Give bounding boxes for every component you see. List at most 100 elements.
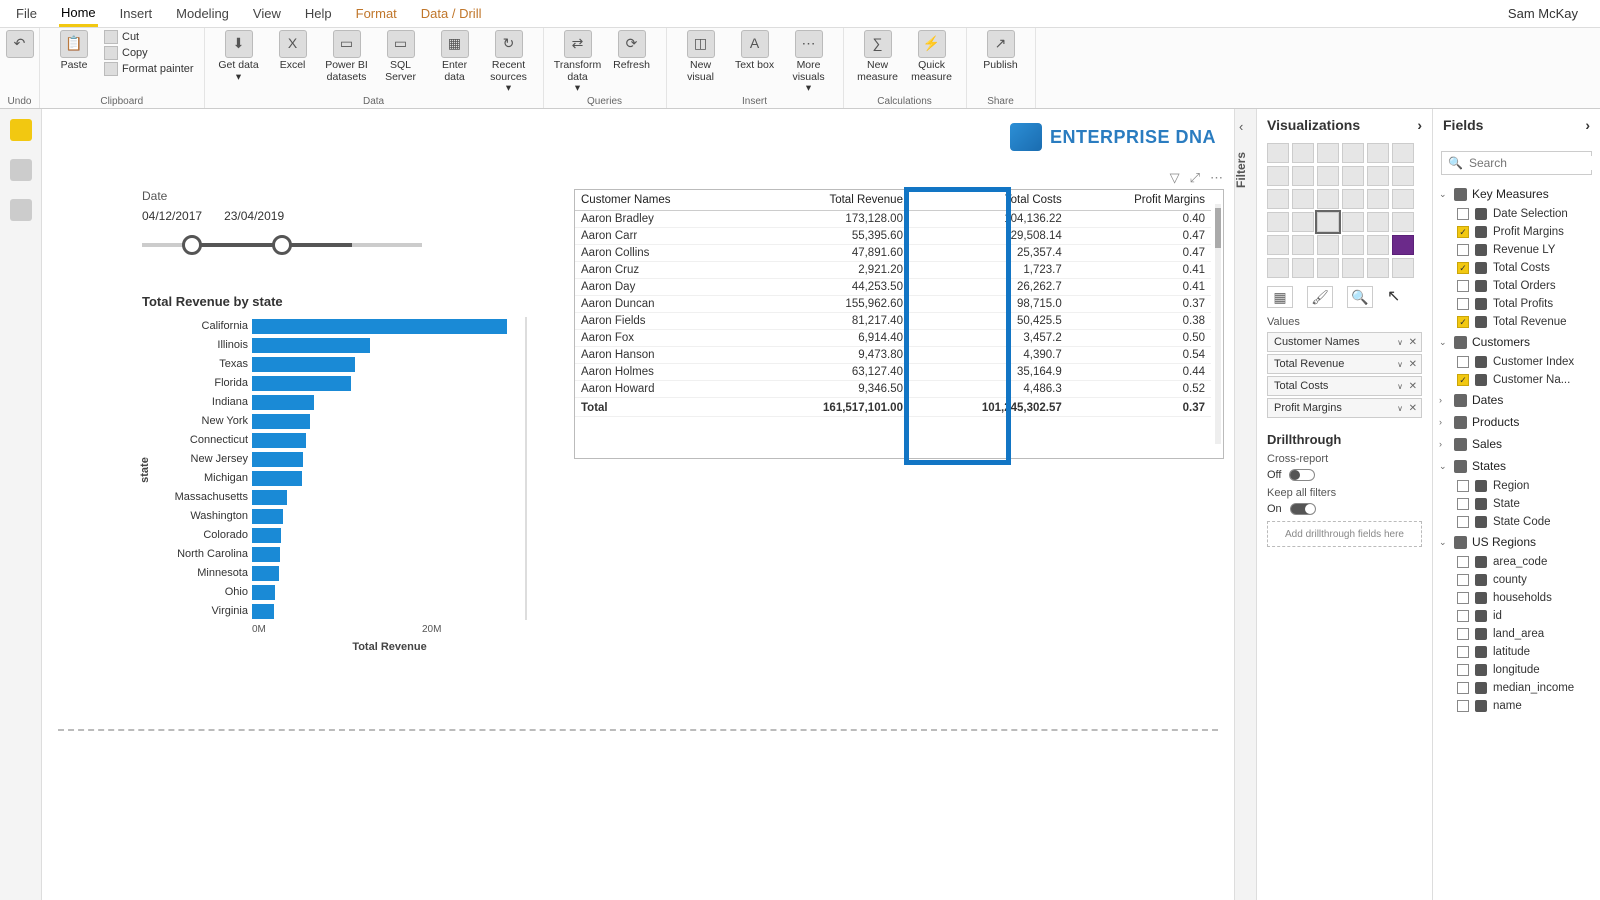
bar[interactable] — [252, 414, 310, 429]
drillthrough-dropzone[interactable]: Add drillthrough fields here — [1267, 521, 1422, 547]
format-tab[interactable]: 🖌 — [1307, 286, 1333, 308]
bar[interactable] — [252, 319, 507, 334]
col-profit-margins[interactable]: Profit Margins — [1068, 190, 1211, 211]
slicer-from-date[interactable]: 04/12/2017 — [142, 209, 202, 223]
fields-field[interactable]: ✓Total Revenue — [1439, 313, 1594, 331]
table-scrollbar[interactable] — [1215, 204, 1221, 444]
bar[interactable] — [252, 566, 279, 581]
fields-field[interactable]: Revenue LY — [1439, 241, 1594, 259]
value-well-item[interactable]: Customer Names∨✕ — [1267, 332, 1422, 352]
slider-handle-to[interactable] — [272, 235, 292, 255]
table-row[interactable]: Aaron Holmes63,127.4035,164.90.44 — [575, 364, 1211, 381]
field-checkbox[interactable] — [1457, 480, 1469, 492]
field-checkbox[interactable] — [1457, 498, 1469, 510]
bar[interactable] — [252, 433, 306, 448]
text-box-button[interactable]: AText box — [731, 30, 779, 72]
bar-row[interactable]: New Jersey — [142, 450, 517, 468]
slicer-slider[interactable] — [142, 233, 422, 257]
bar-row[interactable]: California — [142, 317, 517, 335]
bar[interactable] — [252, 452, 303, 467]
bar[interactable] — [252, 376, 351, 391]
tab-view[interactable]: View — [251, 2, 283, 25]
viz-type-icon[interactable] — [1317, 258, 1339, 278]
field-checkbox[interactable]: ✓ — [1457, 316, 1469, 328]
viz-type-icon[interactable] — [1317, 143, 1339, 163]
bar[interactable] — [252, 490, 287, 505]
field-checkbox[interactable] — [1457, 516, 1469, 528]
viz-collapse-icon[interactable]: › — [1417, 117, 1422, 133]
report-canvas[interactable]: ENTERPRISE DNA Date 04/12/2017 23/04/201… — [42, 109, 1234, 900]
enter-data-button[interactable]: ▦Enter data — [431, 30, 479, 83]
field-checkbox[interactable] — [1457, 280, 1469, 292]
viz-type-icon[interactable] — [1342, 258, 1364, 278]
report-view-button[interactable] — [10, 119, 32, 141]
viz-type-icon[interactable] — [1292, 166, 1314, 186]
bar[interactable] — [252, 509, 283, 524]
bar[interactable] — [252, 471, 302, 486]
bar[interactable] — [252, 547, 280, 562]
search-input[interactable] — [1469, 156, 1600, 170]
field-checkbox[interactable] — [1457, 298, 1469, 310]
transform-data-button[interactable]: ⇄Transform data▾ — [554, 30, 602, 95]
bar-row[interactable]: Massachusetts — [142, 488, 517, 506]
new-visual-button[interactable]: ◫New visual — [677, 30, 725, 83]
fields-field[interactable]: ✓Total Costs — [1439, 259, 1594, 277]
viz-type-icon[interactable] — [1342, 166, 1364, 186]
tab-file[interactable]: File — [14, 2, 39, 25]
bar[interactable] — [252, 395, 314, 410]
viz-type-icon[interactable] — [1367, 235, 1389, 255]
table-row[interactable]: Aaron Fields81,217.4050,425.50.38 — [575, 313, 1211, 330]
table-row[interactable]: Aaron Bradley173,128.00104,136.220.40 — [575, 211, 1211, 228]
field-checkbox[interactable] — [1457, 628, 1469, 640]
excel-button[interactable]: XExcel — [269, 30, 317, 72]
field-checkbox[interactable] — [1457, 356, 1469, 368]
slider-handle-from[interactable] — [182, 235, 202, 255]
refresh-button[interactable]: ⟳Refresh — [608, 30, 656, 72]
bar-row[interactable]: Virginia — [142, 602, 517, 620]
bar-row[interactable]: Colorado — [142, 526, 517, 544]
viz-type-icon[interactable] — [1317, 212, 1339, 232]
cut-button[interactable]: Cut — [104, 30, 194, 44]
value-well-item[interactable]: Total Revenue∨✕ — [1267, 354, 1422, 374]
bar[interactable] — [252, 528, 281, 543]
viz-type-icon[interactable] — [1392, 166, 1414, 186]
bar-row[interactable]: Washington — [142, 507, 517, 525]
date-slicer[interactable]: Date 04/12/2017 23/04/2019 — [142, 189, 422, 257]
pbi-datasets-button[interactable]: ▭Power BI datasets — [323, 30, 371, 83]
fields-field[interactable]: ✓Customer Na... — [1439, 371, 1594, 389]
viz-type-icon[interactable] — [1392, 258, 1414, 278]
filters-expand-icon[interactable]: ‹ — [1239, 119, 1243, 134]
bar-row[interactable]: Ohio — [142, 583, 517, 601]
viz-type-icon[interactable] — [1292, 212, 1314, 232]
viz-type-icon[interactable] — [1267, 166, 1289, 186]
value-well-item[interactable]: Profit Margins∨✕ — [1267, 398, 1422, 418]
table-row[interactable]: Aaron Hanson9,473.804,390.70.54 — [575, 347, 1211, 364]
viz-type-icon[interactable] — [1292, 189, 1314, 209]
fields-field[interactable]: State Code — [1439, 513, 1594, 531]
viz-type-icon[interactable] — [1392, 143, 1414, 163]
field-checkbox[interactable] — [1457, 646, 1469, 658]
sql-server-button[interactable]: ▭SQL Server — [377, 30, 425, 83]
table-row[interactable]: Aaron Cruz2,921.201,723.70.41 — [575, 262, 1211, 279]
table-row[interactable]: Aaron Howard9,346.504,486.30.52 — [575, 381, 1211, 398]
viz-type-icon[interactable] — [1367, 189, 1389, 209]
fields-field[interactable]: Total Profits — [1439, 295, 1594, 313]
filters-pane[interactable]: ‹ Filters — [1234, 109, 1256, 900]
bar-row[interactable]: Connecticut — [142, 431, 517, 449]
viz-type-icon[interactable] — [1317, 166, 1339, 186]
table-row[interactable]: Aaron Day44,253.5026,262.70.41 — [575, 279, 1211, 296]
cross-report-toggle[interactable] — [1289, 469, 1315, 481]
field-checkbox[interactable] — [1457, 208, 1469, 220]
viz-type-icon[interactable] — [1317, 235, 1339, 255]
bar-row[interactable]: Michigan — [142, 469, 517, 487]
fields-tab[interactable]: ▦ — [1267, 286, 1293, 308]
paste-button[interactable]: 📋Paste — [50, 30, 98, 72]
bar[interactable] — [252, 338, 370, 353]
copy-button[interactable]: Copy — [104, 46, 194, 60]
viz-type-icon[interactable] — [1267, 212, 1289, 232]
col-customer[interactable]: Customer Names — [575, 190, 750, 211]
tab-help[interactable]: Help — [303, 2, 334, 25]
field-checkbox[interactable] — [1457, 592, 1469, 604]
well-chevron-icon[interactable]: ∨ — [1397, 382, 1403, 391]
bar-row[interactable]: North Carolina — [142, 545, 517, 563]
